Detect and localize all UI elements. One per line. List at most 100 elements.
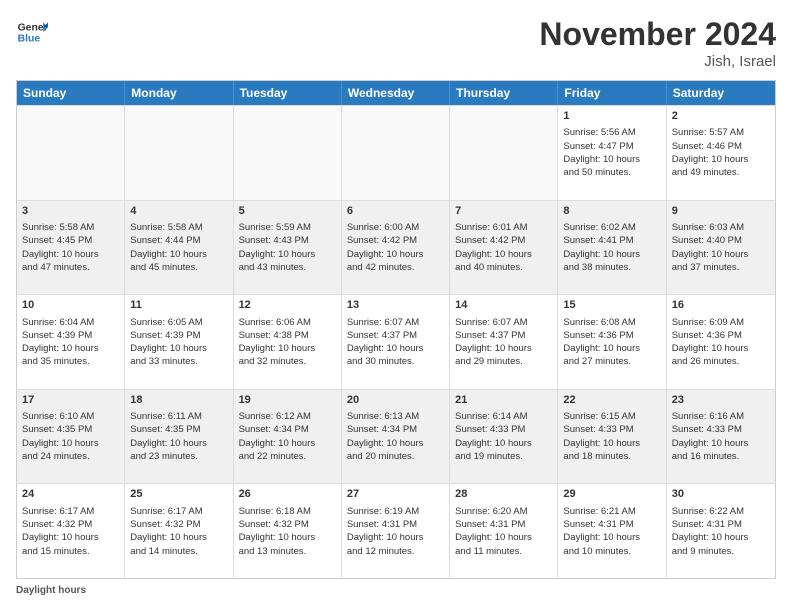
day-number: 4 bbox=[130, 204, 227, 219]
day-number: 3 bbox=[22, 204, 119, 219]
day-info: Sunset: 4:44 PM bbox=[130, 234, 227, 247]
day-info: Daylight: 10 hours bbox=[672, 342, 770, 355]
calendar-cell: 17Sunrise: 6:10 AMSunset: 4:35 PMDayligh… bbox=[17, 390, 125, 484]
day-number: 22 bbox=[563, 393, 660, 408]
day-number: 2 bbox=[672, 109, 770, 124]
day-info: Sunrise: 6:07 AM bbox=[455, 316, 552, 329]
day-number: 6 bbox=[347, 204, 444, 219]
day-info: Daylight: 10 hours bbox=[563, 153, 660, 166]
day-info: Sunrise: 6:09 AM bbox=[672, 316, 770, 329]
day-info: Sunrise: 5:58 AM bbox=[22, 221, 119, 234]
day-info: Sunset: 4:33 PM bbox=[455, 423, 552, 436]
day-info: Sunrise: 6:14 AM bbox=[455, 410, 552, 423]
day-info: Sunset: 4:46 PM bbox=[672, 140, 770, 153]
day-info: Sunrise: 6:05 AM bbox=[130, 316, 227, 329]
day-info: Sunrise: 6:06 AM bbox=[239, 316, 336, 329]
calendar-row: 1Sunrise: 5:56 AMSunset: 4:47 PMDaylight… bbox=[17, 105, 775, 200]
calendar-cell: 30Sunrise: 6:22 AMSunset: 4:31 PMDayligh… bbox=[667, 484, 775, 578]
weekday-header: Thursday bbox=[450, 81, 558, 105]
day-info: and 42 minutes. bbox=[347, 261, 444, 274]
day-info: and 10 minutes. bbox=[563, 545, 660, 558]
day-number: 21 bbox=[455, 393, 552, 408]
weekday-header: Saturday bbox=[667, 81, 775, 105]
day-info: Daylight: 10 hours bbox=[455, 437, 552, 450]
day-info: Daylight: 10 hours bbox=[563, 437, 660, 450]
calendar-cell: 23Sunrise: 6:16 AMSunset: 4:33 PMDayligh… bbox=[667, 390, 775, 484]
calendar-cell: 12Sunrise: 6:06 AMSunset: 4:38 PMDayligh… bbox=[234, 295, 342, 389]
day-info: Daylight: 10 hours bbox=[347, 437, 444, 450]
day-info: and 35 minutes. bbox=[22, 355, 119, 368]
day-info: and 33 minutes. bbox=[130, 355, 227, 368]
logo-icon: General Blue bbox=[16, 16, 48, 48]
day-info: and 15 minutes. bbox=[22, 545, 119, 558]
calendar-cell: 9Sunrise: 6:03 AMSunset: 4:40 PMDaylight… bbox=[667, 201, 775, 295]
weekday-header: Wednesday bbox=[342, 81, 450, 105]
day-number: 25 bbox=[130, 487, 227, 502]
day-info: and 19 minutes. bbox=[455, 450, 552, 463]
calendar-cell: 5Sunrise: 5:59 AMSunset: 4:43 PMDaylight… bbox=[234, 201, 342, 295]
day-info: and 49 minutes. bbox=[672, 166, 770, 179]
calendar-cell: 8Sunrise: 6:02 AMSunset: 4:41 PMDaylight… bbox=[558, 201, 666, 295]
day-info: Sunrise: 5:59 AM bbox=[239, 221, 336, 234]
day-info: Sunset: 4:45 PM bbox=[22, 234, 119, 247]
day-info: and 12 minutes. bbox=[347, 545, 444, 558]
title-block: November 2024 Jish, Israel bbox=[539, 16, 776, 70]
day-info: Sunset: 4:38 PM bbox=[239, 329, 336, 342]
day-info: and 14 minutes. bbox=[130, 545, 227, 558]
day-info: Sunset: 4:32 PM bbox=[22, 518, 119, 531]
day-info: and 27 minutes. bbox=[563, 355, 660, 368]
calendar-cell: 29Sunrise: 6:21 AMSunset: 4:31 PMDayligh… bbox=[558, 484, 666, 578]
calendar-cell: 11Sunrise: 6:05 AMSunset: 4:39 PMDayligh… bbox=[125, 295, 233, 389]
day-number: 19 bbox=[239, 393, 336, 408]
day-info: Sunrise: 6:01 AM bbox=[455, 221, 552, 234]
calendar-cell: 3 Sunrise: 5:58 AMSunset: 4:45 PMDaylight… bbox=[17, 201, 125, 295]
day-info: and 22 minutes. bbox=[239, 450, 336, 463]
calendar-cell: 14Sunrise: 6:07 AMSunset: 4:37 PMDayligh… bbox=[450, 295, 558, 389]
page-header: General Blue November 2024 Jish, Israel bbox=[16, 16, 776, 70]
day-info: Sunrise: 6:03 AM bbox=[672, 221, 770, 234]
calendar-row: 3Sunrise: 5:58 AMSunset: 4:45 PMDaylight… bbox=[17, 200, 775, 295]
day-info: Sunset: 4:33 PM bbox=[563, 423, 660, 436]
day-info: Sunrise: 6:15 AM bbox=[563, 410, 660, 423]
day-info: and 45 minutes. bbox=[130, 261, 227, 274]
footer: Daylight hours bbox=[16, 585, 776, 596]
day-info: and 37 minutes. bbox=[672, 261, 770, 274]
day-info: Sunset: 4:35 PM bbox=[130, 423, 227, 436]
day-info: Sunrise: 5:58 AM bbox=[130, 221, 227, 234]
day-info: Sunset: 4:31 PM bbox=[347, 518, 444, 531]
day-info: Daylight: 10 hours bbox=[672, 153, 770, 166]
day-number: 26 bbox=[239, 487, 336, 502]
calendar-cell: 28Sunrise: 6:20 AMSunset: 4:31 PMDayligh… bbox=[450, 484, 558, 578]
day-info: and 9 minutes. bbox=[672, 545, 770, 558]
calendar-cell: 16Sunrise: 6:09 AMSunset: 4:36 PMDayligh… bbox=[667, 295, 775, 389]
day-info: Sunset: 4:36 PM bbox=[563, 329, 660, 342]
month-title: November 2024 bbox=[539, 16, 776, 53]
weekday-header: Tuesday bbox=[234, 81, 342, 105]
logo: General Blue bbox=[16, 16, 48, 48]
day-info: Sunrise: 6:22 AM bbox=[672, 505, 770, 518]
calendar-cell: 25Sunrise: 6:17 AMSunset: 4:32 PMDayligh… bbox=[125, 484, 233, 578]
day-info: Sunrise: 6:08 AM bbox=[563, 316, 660, 329]
day-info: Sunrise: 6:10 AM bbox=[22, 410, 119, 423]
day-info: Daylight: 10 hours bbox=[130, 248, 227, 261]
day-info: Daylight: 10 hours bbox=[130, 531, 227, 544]
calendar-cell: 24Sunrise: 6:17 AMSunset: 4:32 PMDayligh… bbox=[17, 484, 125, 578]
day-info: and 50 minutes. bbox=[563, 166, 660, 179]
day-info: Daylight: 10 hours bbox=[672, 531, 770, 544]
day-info: and 29 minutes. bbox=[455, 355, 552, 368]
day-info: and 47 minutes. bbox=[22, 261, 119, 274]
day-info: Sunrise: 6:20 AM bbox=[455, 505, 552, 518]
calendar-cell: 10Sunrise: 6:04 AMSunset: 4:39 PMDayligh… bbox=[17, 295, 125, 389]
day-info: Sunrise: 6:02 AM bbox=[563, 221, 660, 234]
day-info: Daylight: 10 hours bbox=[347, 248, 444, 261]
calendar-cell: 18Sunrise: 6:11 AMSunset: 4:35 PMDayligh… bbox=[125, 390, 233, 484]
day-number: 17 bbox=[22, 393, 119, 408]
day-info: Daylight: 10 hours bbox=[22, 248, 119, 261]
day-info: and 16 minutes. bbox=[672, 450, 770, 463]
day-info: Daylight: 10 hours bbox=[455, 531, 552, 544]
day-info: and 11 minutes. bbox=[455, 545, 552, 558]
day-info: Sunrise: 6:18 AM bbox=[239, 505, 336, 518]
calendar-cell bbox=[125, 106, 233, 200]
day-info: Sunrise: 5:56 AM bbox=[563, 126, 660, 139]
day-info: and 30 minutes. bbox=[347, 355, 444, 368]
